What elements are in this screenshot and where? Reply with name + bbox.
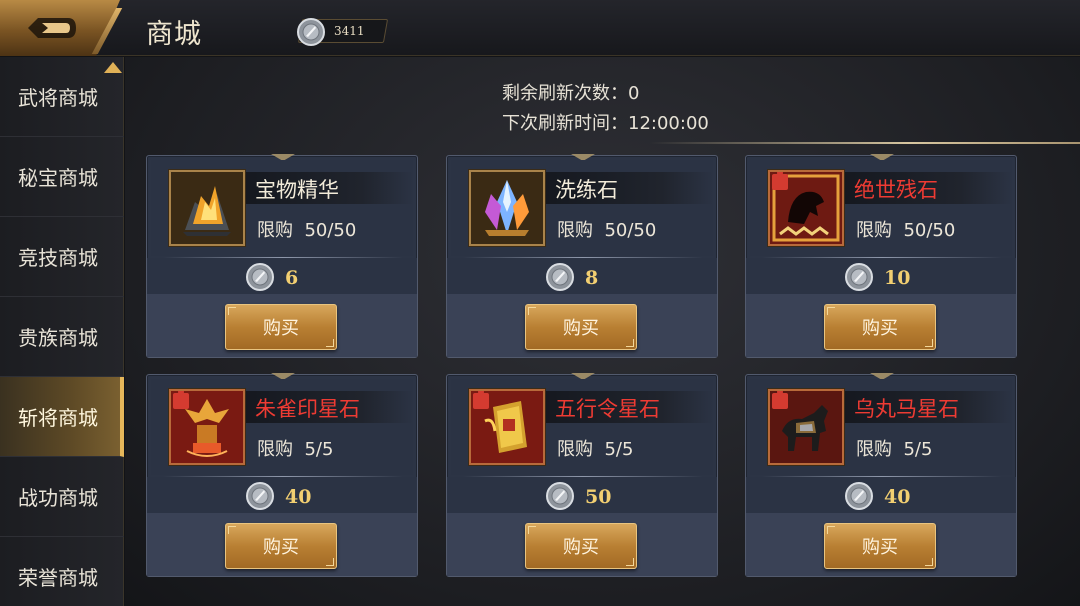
wuhuan-horse-icon[interactable]	[768, 389, 844, 465]
sidebar-item-slay-general-shop[interactable]: 斩将商城	[0, 377, 124, 457]
sidebar-item-general-shop[interactable]: 武将商城	[0, 57, 124, 137]
buy-button-label: 购买	[263, 318, 299, 339]
back-arrow-icon	[28, 18, 76, 38]
sidebar-item-merit-shop[interactable]: 战功商城	[0, 457, 124, 537]
refresh-remaining-value: 0	[628, 83, 640, 104]
item-name: 绝世残石	[854, 178, 938, 202]
puzzle-piece-icon	[473, 391, 489, 409]
sidebar-item-honor-shop[interactable]: 荣誉商城	[0, 537, 124, 606]
item-name: 乌丸马星石	[854, 397, 959, 421]
item-limit: 限购 5/5	[856, 439, 933, 460]
sidebar-item-noble-shop[interactable]: 贵族商城	[0, 297, 124, 377]
item-price: 40	[285, 486, 312, 508]
sidebar-item-treasure-shop[interactable]: 秘宝商城	[0, 137, 124, 217]
item-price: 10	[884, 267, 911, 289]
buy-button[interactable]: 购买	[225, 304, 337, 350]
currency-amount: 3411	[334, 24, 365, 38]
item-price: 6	[285, 267, 299, 289]
shop-item-card: 五行令星石 限购 5/5 50 购买	[446, 373, 718, 577]
item-limit: 限购 50/50	[257, 220, 357, 241]
shop-item-card: 乌丸马星石 限购 5/5 40 购买	[745, 373, 1017, 577]
back-button[interactable]	[0, 0, 120, 56]
peerless-shard-icon[interactable]	[768, 170, 844, 246]
buy-button-label: 购买	[862, 537, 898, 558]
refining-crystal-icon[interactable]	[469, 170, 545, 246]
item-price: 40	[884, 486, 911, 508]
buy-button-label: 购买	[563, 318, 599, 339]
refresh-next-label: 下次刷新时间：	[502, 113, 628, 134]
item-name: 洗练石	[555, 178, 618, 202]
buy-button-label: 购买	[563, 537, 599, 558]
refresh-next-time: 下次刷新时间：12:00:00	[502, 109, 709, 135]
item-limit: 限购 5/5	[257, 439, 334, 460]
top-bar: 商城 3411	[0, 0, 1080, 56]
shop-item-card: 洗练石 限购 50/50 8 购买	[446, 154, 718, 358]
item-price: 50	[585, 486, 612, 508]
puzzle-piece-icon	[772, 391, 788, 409]
silver-coin-icon	[297, 18, 325, 46]
buy-button[interactable]: 购买	[525, 304, 637, 350]
buy-button[interactable]: 购买	[824, 523, 936, 569]
shop-item-card: 宝物精华 限购 50/50 6 购买	[146, 154, 418, 358]
silver-coin-icon	[246, 482, 274, 510]
sidebar-item-arena-shop[interactable]: 竞技商城	[0, 217, 124, 297]
buy-button[interactable]: 购买	[525, 523, 637, 569]
silver-coin-icon	[546, 263, 574, 291]
puzzle-piece-icon	[772, 172, 788, 190]
silver-coin-icon	[546, 482, 574, 510]
page-title: 商城	[146, 19, 202, 50]
shop-item-card: 绝世残石 限购 50/50 10 购买	[745, 154, 1017, 358]
item-name: 宝物精华	[255, 178, 339, 202]
item-limit: 限购 50/50	[557, 220, 657, 241]
shop-item-card: 朱雀印星石 限购 5/5 40 购买	[146, 373, 418, 577]
treasure-essence-icon[interactable]	[169, 170, 245, 246]
silver-coin-icon	[845, 263, 873, 291]
vermilion-seal-icon[interactable]	[169, 389, 245, 465]
five-elements-token-icon[interactable]	[469, 389, 545, 465]
silver-coin-icon	[246, 263, 274, 291]
buy-button[interactable]: 购买	[225, 523, 337, 569]
buy-button-label: 购买	[862, 318, 898, 339]
buy-button-label: 购买	[263, 537, 299, 558]
item-name: 朱雀印星石	[255, 397, 360, 421]
item-limit: 限购 50/50	[856, 220, 956, 241]
header-divider	[650, 142, 1080, 144]
puzzle-piece-icon	[173, 391, 189, 409]
buy-button[interactable]: 购买	[824, 304, 936, 350]
item-limit: 限购 5/5	[557, 439, 634, 460]
refresh-remaining-label: 剩余刷新次数：	[502, 83, 628, 104]
silver-coin-icon	[845, 482, 873, 510]
item-name: 五行令星石	[555, 397, 660, 421]
item-price: 8	[585, 267, 599, 289]
refresh-next-value: 12:00:00	[628, 113, 709, 134]
refresh-remaining: 剩余刷新次数：0	[502, 79, 639, 105]
